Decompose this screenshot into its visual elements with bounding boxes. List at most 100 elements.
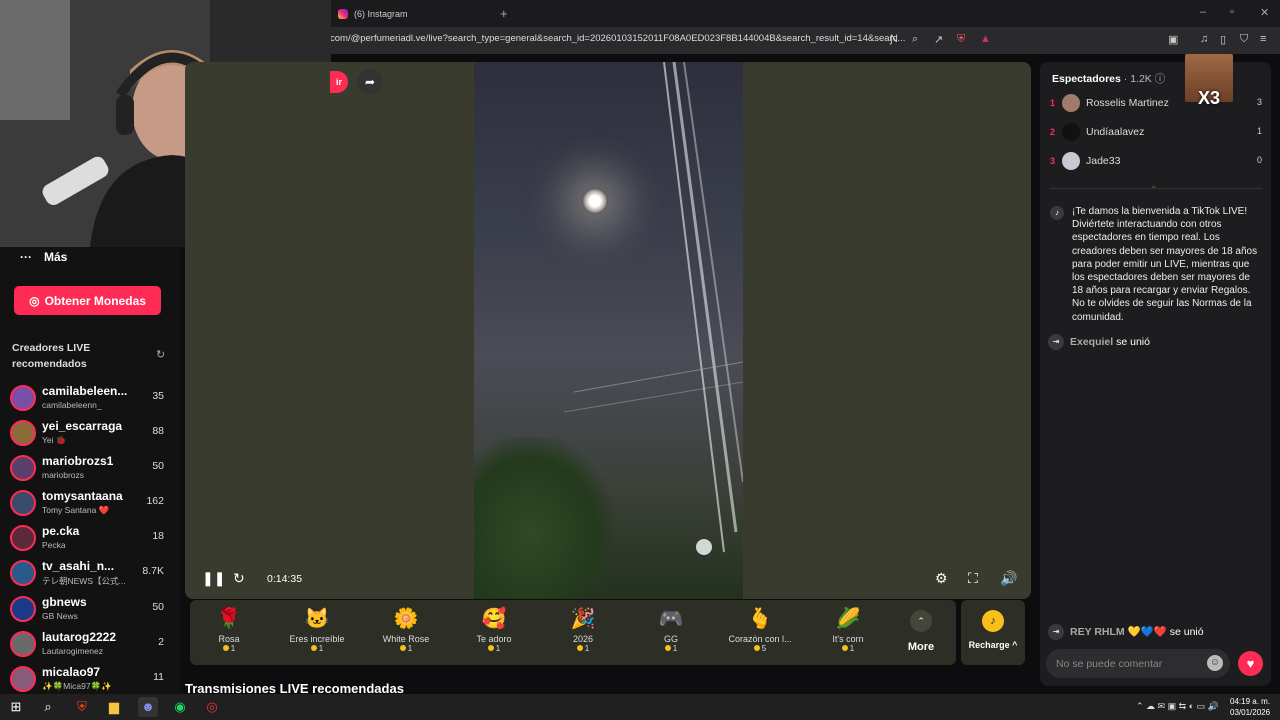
chevron-up-icon: ⌃ [910, 610, 932, 632]
recharge-button[interactable]: ♪ Recharge ^ [961, 600, 1025, 665]
file-explorer-icon[interactable]: ▆ [104, 697, 124, 717]
volume-icon[interactable]: 🔊 [1000, 570, 1017, 587]
viewer-score: 1 [1256, 126, 1262, 136]
gift-item[interactable]: 🥰 Te adoro 1 [454, 606, 534, 653]
creator-item[interactable]: yei_escarraga Yei 🐞 88 [10, 417, 170, 447]
gift-name: Rosa [218, 634, 240, 644]
gift-item[interactable]: 🌽 It's corn 1 [808, 606, 888, 653]
gift-item[interactable]: 🫰 Corazón con l... 5 [720, 606, 800, 653]
join-user[interactable]: REY RHLM 💛💙❤️ [1070, 626, 1167, 638]
reload-icon[interactable]: ↻ [233, 570, 245, 587]
gift-item[interactable]: 🌼 White Rose 1 [366, 606, 446, 653]
creator-handle: Lautarogimenez [42, 646, 103, 656]
gift-icon: 🌼 [393, 608, 419, 630]
gift-price: 1 [808, 644, 888, 653]
share-page-icon[interactable]: ↗ [934, 33, 943, 46]
expand-chevron-icon[interactable]: ⌄ [1150, 180, 1158, 191]
refresh-icon[interactable]: ↻ [156, 348, 165, 361]
zoom-icon[interactable]: ⌕ [912, 33, 918, 46]
welcome-message: ¡Te damos la bienvenida a TikTok LIVE! D… [1072, 206, 1258, 323]
creator-item[interactable]: tomysantaana Tomy Santana ❤️ 162 [10, 487, 170, 517]
url-field[interactable]: com/@perfumeriadl.ve/live?search_type=ge… [330, 33, 905, 44]
join-icon: ⇥ [1048, 334, 1064, 350]
creator-name: micalao97 [42, 665, 101, 679]
creator-item[interactable]: camilabeleen... camilabeleenn_ 35 [10, 382, 170, 412]
creator-item[interactable]: pe.cka Pecka 18 [10, 522, 170, 552]
gift-price: 1 [277, 644, 357, 653]
avatar [1062, 94, 1080, 112]
creator-viewer-count: 18 [152, 530, 164, 542]
gift-item[interactable]: 🐱 Eres increíble 1 [277, 606, 357, 653]
brave-browser-icon[interactable]: ⛨ [72, 697, 92, 717]
join-message-1: ⇥ Exequiel se unió [1048, 334, 1150, 350]
viewer-row[interactable]: 2 Undíaalavez 1 [1050, 123, 1262, 147]
brave-rewards-icon[interactable]: ▲ [980, 33, 991, 45]
maximize-icon[interactable]: ▫ [1230, 6, 1234, 18]
new-tab-icon[interactable]: + [500, 6, 508, 21]
obs-icon[interactable]: ◎ [202, 697, 222, 717]
minimize-icon[interactable]: – [1200, 6, 1206, 18]
viewer-rank: 2 [1050, 127, 1056, 137]
viewers-label: Espectadores [1052, 73, 1121, 85]
gift-icon: 🌽 [835, 608, 861, 630]
discord-icon[interactable]: ☻ [138, 697, 158, 717]
creator-viewer-count: 50 [152, 460, 164, 472]
gift-item[interactable]: 🎉 2026 1 [543, 606, 623, 653]
media-icon[interactable]: ♫ [1200, 33, 1208, 45]
windows-start-icon[interactable]: ⊞ [6, 697, 26, 717]
live-video-player[interactable] [185, 62, 1031, 599]
creator-handle: mariobrozs [42, 470, 85, 480]
sidebar-toggle-icon[interactable]: ▣ [1168, 33, 1178, 46]
viewers-heading: Espectadores · 1.2K ⓘ [1052, 71, 1165, 86]
join-user[interactable]: Exequiel [1070, 336, 1113, 348]
comment-input[interactable]: No se puede comentar [1046, 649, 1230, 678]
taskbar-clock[interactable]: 04:19 a. m. 03/01/2026 [1230, 696, 1270, 718]
creator-item[interactable]: tv_asahi_n... テレ朝NEWS【公式... 8.7K [10, 557, 170, 587]
ellipsis-icon: ··· [20, 250, 32, 264]
translate-icon[interactable]: Ɲ [890, 33, 898, 45]
close-icon[interactable]: ✕ [1260, 6, 1269, 19]
creator-item[interactable]: gbnews GB News 50 [10, 593, 170, 623]
gift-price: 1 [543, 644, 623, 653]
more-label: Más [44, 250, 68, 264]
gift-item[interactable]: 🎮 GG 1 [631, 606, 711, 653]
get-coins-button[interactable]: ◎ Obtener Monedas [14, 286, 161, 315]
creator-name: yei_escarraga [42, 419, 123, 433]
fullscreen-icon[interactable]: ⛶ [968, 570, 978, 587]
system-tray-icons[interactable]: ⌃ ☁ ✉ ▣ ⇆ ◐ ▭ 🔊 [1136, 701, 1219, 712]
creator-name: tv_asahi_n... [42, 559, 115, 573]
vpn-icon[interactable]: ⛉ [1240, 33, 1248, 46]
more-menu[interactable]: ··· Más [20, 250, 67, 264]
wallet-icon[interactable]: ▯ [1220, 33, 1226, 46]
creator-item[interactable]: mariobrozs1 mariobrozs 50 [10, 452, 170, 482]
like-heart-icon[interactable]: ♥ [1238, 651, 1263, 676]
viewer-row[interactable]: 1 Rosselis Martinez 3 [1050, 94, 1262, 118]
avatar [1062, 123, 1080, 141]
pause-icon[interactable]: ❚❚ [202, 570, 225, 587]
emoji-icon[interactable]: ☺ [1207, 655, 1223, 671]
coin-icon: ◎ [29, 293, 40, 308]
avatar [10, 666, 36, 692]
creator-item[interactable]: micalao97 ✨🍀Mica97🍀✨ 11 [10, 663, 170, 693]
brave-shield-icon[interactable]: ⛨ [957, 33, 965, 46]
gift-icon: 🐱 [304, 608, 330, 630]
spotify-icon[interactable]: ◉ [170, 697, 190, 717]
creator-name: camilabeleen... [42, 384, 128, 398]
more-gifts-button[interactable]: ⌃ More [896, 606, 946, 653]
avatar [1062, 152, 1080, 170]
search-icon[interactable]: ⌕ [38, 697, 58, 717]
creator-name: mariobrozs1 [42, 454, 114, 468]
share-icon[interactable]: ➦ [357, 69, 383, 95]
gift-item[interactable]: 🌹 Rosa 1 [189, 606, 269, 653]
joined-text: se unió [1169, 625, 1204, 638]
viewer-row[interactable]: 3 Jade33 0 [1050, 152, 1262, 176]
gift-price: 1 [189, 644, 269, 653]
creator-item[interactable]: lautarog2222 Lautarogimenez 2 [10, 628, 170, 658]
creator-viewer-count: 11 [153, 671, 164, 683]
info-icon[interactable]: ⓘ [1155, 73, 1166, 85]
browser-tab[interactable]: (6) Instagram [330, 0, 492, 27]
recharge-label: Recharge ^ [968, 640, 1018, 650]
menu-icon[interactable]: ≡ [1260, 33, 1266, 45]
get-coins-label: Obtener Monedas [44, 293, 146, 308]
settings-icon[interactable]: ⚙ [935, 570, 948, 587]
